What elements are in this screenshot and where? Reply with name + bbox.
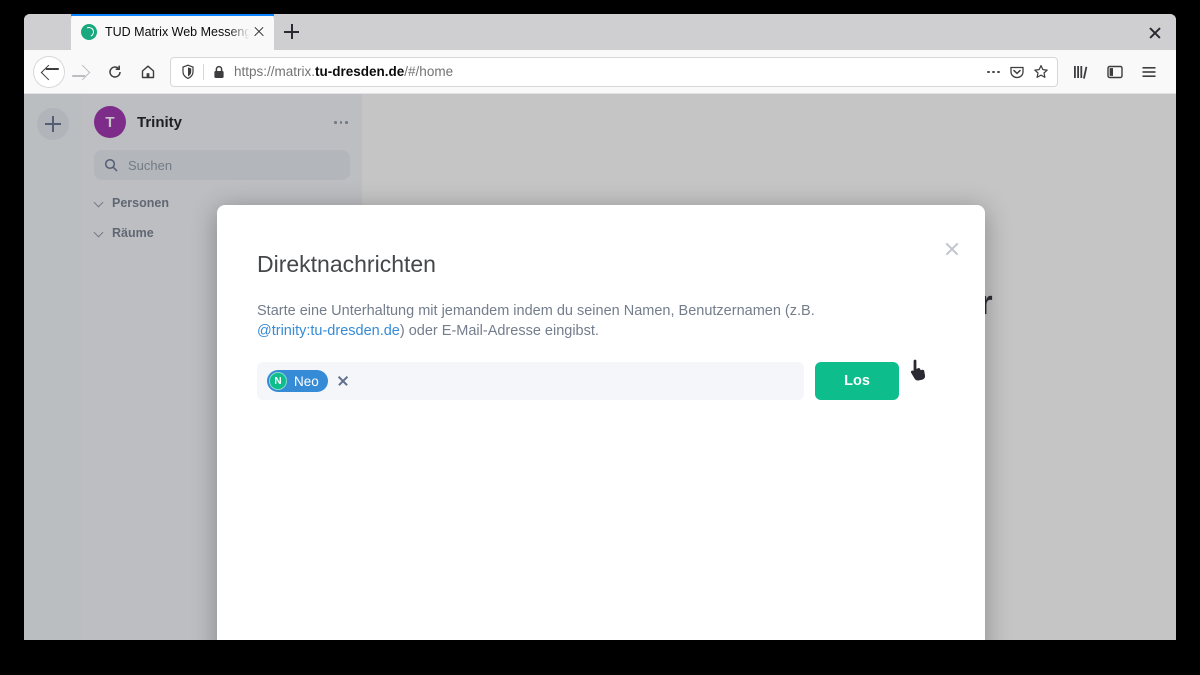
avatar: N (269, 372, 287, 390)
bookmark-star-icon[interactable] (1032, 63, 1050, 81)
browser-tab[interactable]: TUD Matrix Web Messenger (71, 14, 274, 50)
lock-icon[interactable] (210, 63, 228, 81)
url-bar[interactable]: https://matrix.tu-dresden.de/#/home (170, 56, 1058, 87)
tab-strip-spacer (24, 14, 71, 50)
recipient-input[interactable]: N Neo (257, 362, 804, 400)
url-bar-actions (981, 63, 1053, 81)
window-close-button[interactable] (1144, 22, 1166, 44)
home-icon (141, 65, 155, 78)
tab-close-icon[interactable] (250, 23, 268, 41)
library-icon[interactable] (1066, 57, 1096, 87)
back-button[interactable] (34, 56, 64, 87)
url-prefix: https://matrix. (234, 64, 316, 79)
close-icon[interactable] (943, 240, 961, 258)
reload-button[interactable] (100, 57, 130, 87)
dialog-input-row: N Neo Los (257, 362, 945, 400)
description-part1: Starte eine Unterhaltung mit jemandem in… (257, 303, 815, 319)
go-button[interactable]: Los (815, 362, 899, 400)
dialog-title: Direktnachrichten (257, 251, 436, 277)
description-part2: ) oder E-Mail-Adresse eingibst. (399, 322, 599, 339)
page-content: T Trinity Suchen Personen Räume Direktna… (24, 94, 1176, 640)
page-actions-icon[interactable] (984, 63, 1002, 81)
arrow-left-icon (40, 64, 57, 80)
tab-strip: TUD Matrix Web Messenger (24, 14, 1176, 50)
toolbar-right-actions (1064, 57, 1166, 87)
url-divider (203, 63, 204, 80)
url-domain: tu-dresden.de (315, 64, 405, 79)
pocket-icon[interactable] (1008, 63, 1026, 81)
element-matrix-favicon (81, 24, 97, 40)
forward-button[interactable] (67, 57, 97, 87)
url-text: https://matrix.tu-dresden.de/#/home (234, 64, 981, 79)
example-user-id-link[interactable]: @trinity:tu-dresden.de (257, 323, 400, 339)
url-path: /#/home (404, 64, 454, 79)
recipient-name: Neo (294, 373, 319, 389)
recipient-pill[interactable]: N Neo (267, 370, 328, 392)
direct-messages-dialog: Direktnachrichten Starte eine Unterhaltu… (217, 205, 985, 640)
reload-icon (109, 65, 121, 78)
sidebar-icon[interactable] (1100, 57, 1130, 87)
shield-icon[interactable] (179, 63, 197, 81)
navigation-toolbar: https://matrix.tu-dresden.de/#/home (24, 50, 1176, 94)
new-tab-button[interactable] (276, 17, 308, 47)
tab-title: TUD Matrix Web Messenger (105, 25, 250, 39)
browser-window: TUD Matrix Web Messenger https://matrix.… (24, 14, 1176, 640)
menu-icon[interactable] (1134, 57, 1164, 87)
dialog-description: Starte eine Unterhaltung mit jemandem in… (257, 302, 882, 341)
remove-recipient-icon[interactable] (336, 374, 350, 388)
home-button[interactable] (133, 57, 163, 87)
arrow-right-icon (74, 64, 91, 80)
